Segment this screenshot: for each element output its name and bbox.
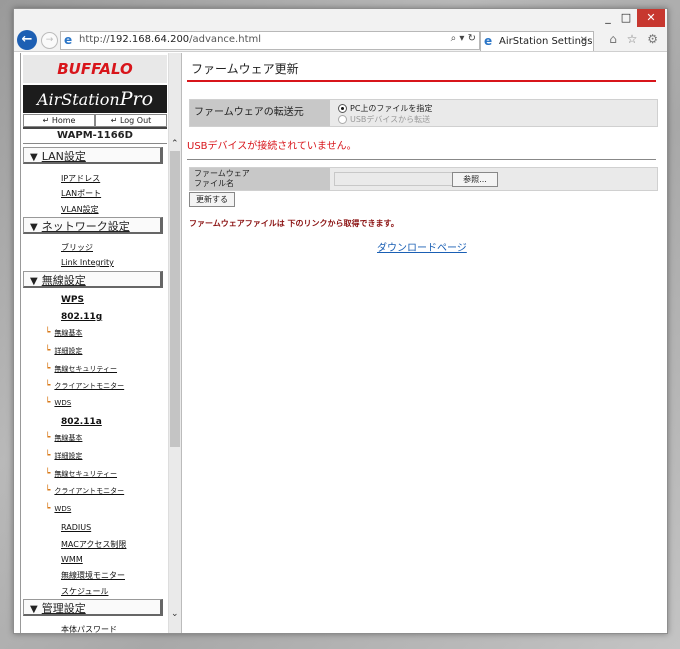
- link-a-client-monitor[interactable]: ┕ クライアントモニター: [45, 486, 124, 496]
- arrow-icon: ┕: [45, 433, 51, 443]
- arrow-icon: ┕: [45, 381, 51, 391]
- tab-airstation-settings[interactable]: e AirStation Settings ✕: [480, 31, 594, 51]
- link-bridge[interactable]: ブリッジ: [61, 242, 93, 253]
- browse-button[interactable]: 参照...: [452, 172, 498, 187]
- arrow-icon: ┕: [45, 469, 51, 479]
- link-ip-address[interactable]: IPアドレス: [61, 173, 100, 184]
- arrow-icon: ┕: [45, 486, 51, 496]
- link-vlan[interactable]: VLAN設定: [61, 204, 99, 215]
- ie-page-icon: e: [64, 33, 73, 47]
- link-a-wds[interactable]: ┕ WDS: [45, 504, 71, 514]
- link-lan-port[interactable]: LANポート: [61, 188, 101, 199]
- link-g-security[interactable]: ┕ 無線セキュリティー: [45, 364, 117, 374]
- arrow-icon: ┕: [45, 451, 51, 461]
- link-802-11a[interactable]: 802.11a: [61, 417, 102, 427]
- link-a-wireless-basic[interactable]: ┕ 無線基本: [45, 433, 82, 443]
- link-radius[interactable]: RADIUS: [61, 523, 91, 532]
- arrow-icon: ┕: [45, 364, 51, 374]
- logout-button[interactable]: ↵ Log Out: [95, 114, 167, 127]
- firmware-file-row: ファームウェア ファイル名 参照...: [189, 167, 658, 191]
- home-favorites-settings-icons[interactable]: ⌂ ☆ ⚙: [609, 32, 661, 46]
- triangle-down-icon: ▼: [30, 604, 38, 615]
- scroll-down-icon[interactable]: ⌄: [171, 609, 179, 619]
- link-link-integrity[interactable]: Link Integrity: [61, 258, 114, 267]
- section-divider: [187, 159, 656, 160]
- radio-usb-transfer[interactable]: USBデバイスから転送: [338, 114, 430, 125]
- browser-window: _ □ ✕ ← → e http://192.168.64.200/advanc…: [13, 8, 668, 634]
- page-title: ファームウェア更新: [191, 62, 299, 76]
- link-wmm[interactable]: WMM: [61, 555, 83, 564]
- link-mac-access[interactable]: MACアクセス制限: [61, 539, 126, 550]
- link-wps[interactable]: WPS: [61, 295, 84, 305]
- triangle-down-icon: ▼: [30, 276, 38, 287]
- firmware-note: ファームウェアファイルは 下のリンクから取得できます。: [189, 219, 399, 228]
- firmware-file-label: ファームウェア ファイル名: [190, 168, 330, 190]
- link-a-security[interactable]: ┕ 無線セキュリティー: [45, 469, 117, 479]
- transfer-source-row: ファームウェアの転送元 PC上のファイルを指定 USBデバイスから転送: [189, 99, 658, 127]
- scroll-thumb[interactable]: [170, 151, 180, 447]
- airstation-pro-logo: AirStationPro: [23, 85, 167, 113]
- address-bar[interactable]: e http://192.168.64.200/advance.html ⌕ ▾…: [60, 31, 480, 50]
- page-content: BUFFALO AirStationPro ↵ Home ↵ Log Out W…: [20, 53, 662, 633]
- back-icon[interactable]: ←: [17, 30, 37, 50]
- tab-close-icon[interactable]: ✕: [580, 35, 588, 46]
- section-network[interactable]: ▼ ネットワーク設定: [23, 217, 163, 234]
- arrow-icon: ┕: [45, 346, 51, 356]
- sidebar-scrollbar[interactable]: ⌃ ⌄: [168, 53, 182, 633]
- link-wireless-monitor[interactable]: 無線環境モニター: [61, 570, 125, 581]
- radio-pc-file[interactable]: PC上のファイルを指定: [338, 103, 432, 114]
- title-divider: [187, 80, 656, 82]
- ie-tab-icon: e: [484, 34, 493, 48]
- update-button[interactable]: 更新する: [189, 192, 235, 207]
- transfer-source-label: ファームウェアの転送元: [190, 100, 330, 126]
- link-a-advanced[interactable]: ┕ 詳細設定: [45, 451, 82, 461]
- model-name: WAPM-1166D: [23, 127, 167, 144]
- tab-title: AirStation Settings: [499, 36, 593, 47]
- section-admin[interactable]: ▼ 管理設定: [23, 599, 163, 616]
- minimize-button[interactable]: _: [599, 9, 617, 27]
- section-lan[interactable]: ▼ LAN設定: [23, 147, 163, 164]
- main-panel: ファームウェア更新 ファームウェアの転送元 PC上のファイルを指定 USBデバイ…: [181, 53, 662, 633]
- radio-unselected-icon[interactable]: [338, 115, 347, 124]
- link-password[interactable]: 本体パスワード: [61, 624, 117, 633]
- link-g-wireless-basic[interactable]: ┕ 無線基本: [45, 328, 82, 338]
- arrow-icon: ┕: [45, 398, 51, 408]
- firmware-file-input[interactable]: [334, 172, 454, 186]
- link-schedule[interactable]: スケジュール: [61, 586, 108, 597]
- home-button[interactable]: ↵ Home: [23, 114, 95, 127]
- navigation-bar: ← → e http://192.168.64.200/advance.html…: [14, 29, 667, 52]
- sidebar: BUFFALO AirStationPro ↵ Home ↵ Log Out W…: [21, 53, 168, 633]
- usb-status-message: USBデバイスが接続されていません。: [187, 141, 357, 152]
- link-g-client-monitor[interactable]: ┕ クライアントモニター: [45, 381, 124, 391]
- triangle-down-icon: ▼: [30, 152, 38, 163]
- download-page-link[interactable]: ダウンロードページ: [377, 239, 467, 254]
- forward-icon[interactable]: →: [41, 32, 58, 49]
- link-g-advanced[interactable]: ┕ 詳細設定: [45, 346, 82, 356]
- buffalo-logo: BUFFALO: [23, 55, 167, 83]
- search-refresh-icon[interactable]: ⌕ ▾ ↻: [451, 33, 476, 44]
- link-802-11g[interactable]: 802.11g: [61, 312, 102, 322]
- close-window-button[interactable]: ✕: [637, 9, 665, 27]
- maximize-button[interactable]: □: [617, 9, 635, 27]
- radio-selected-icon[interactable]: [338, 104, 347, 113]
- triangle-down-icon: ▼: [30, 222, 38, 233]
- arrow-icon: ┕: [45, 328, 51, 338]
- title-bar: _ □ ✕: [14, 9, 667, 29]
- section-wireless[interactable]: ▼ 無線設定: [23, 271, 163, 288]
- arrow-icon: ┕: [45, 504, 51, 514]
- scroll-up-icon[interactable]: ⌃: [171, 139, 179, 149]
- link-g-wds[interactable]: ┕ WDS: [45, 398, 71, 408]
- url-text[interactable]: http://192.168.64.200/advance.html: [79, 34, 261, 45]
